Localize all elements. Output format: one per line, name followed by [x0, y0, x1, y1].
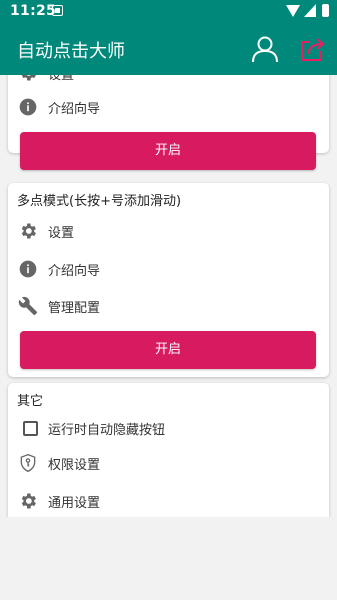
single-guide-label: 介绍向导: [48, 102, 101, 117]
shield-key-icon: [20, 453, 36, 473]
multi-guide-label: 介绍向导: [48, 264, 101, 279]
signal-icon: [304, 4, 316, 17]
permission-row[interactable]: 权限设置: [8, 445, 329, 481]
wrench-icon: [18, 296, 38, 316]
status-bar: 11:25: [0, 0, 337, 24]
general-settings-row[interactable]: 通用设置: [8, 483, 329, 517]
info-icon: [19, 98, 37, 116]
multi-settings-row[interactable]: 设置: [8, 213, 329, 249]
single-start-button[interactable]: 开启: [20, 132, 316, 170]
auto-hide-label: 运行时自动隐藏按钮: [48, 423, 166, 438]
notification-icon: [52, 5, 63, 16]
single-settings-label: 设置: [48, 75, 75, 83]
single-click-card: 设置 介绍向导 开启: [8, 75, 329, 170]
main-content: 设置 介绍向导 开启 多点模式(长按+号添加滑动) 设置 介绍向导 管理配置 开…: [0, 75, 337, 517]
wifi-icon: [286, 5, 300, 17]
auto-hide-row[interactable]: 运行时自动隐藏按钮: [8, 410, 329, 446]
permission-label: 权限设置: [48, 458, 101, 473]
multi-start-button[interactable]: 开启: [20, 331, 316, 369]
app-bar: 自动点击大师: [0, 24, 337, 75]
single-guide-row[interactable]: 介绍向导: [8, 89, 329, 125]
gear-icon: [21, 493, 36, 509]
auto-hide-checkbox[interactable]: [23, 421, 38, 436]
other-card-title: 其它: [17, 394, 44, 409]
gear-icon: [21, 75, 36, 81]
multi-point-card: 多点模式(长按+号添加滑动) 设置 介绍向导 管理配置 开启: [8, 183, 329, 377]
share-icon[interactable]: [298, 34, 328, 64]
battery-icon: [322, 4, 329, 17]
other-card: 其它 运行时自动隐藏按钮 权限设置 通用设置: [8, 383, 329, 517]
multi-settings-label: 设置: [48, 226, 75, 241]
multi-guide-row[interactable]: 介绍向导: [8, 251, 329, 287]
info-icon: [19, 260, 37, 278]
multi-manage-row[interactable]: 管理配置: [8, 288, 329, 324]
gear-icon: [21, 223, 36, 239]
user-icon[interactable]: [250, 34, 280, 64]
multi-manage-label: 管理配置: [48, 301, 101, 316]
general-settings-label: 通用设置: [48, 496, 101, 511]
status-time: 11:25: [10, 3, 57, 19]
multi-card-title: 多点模式(长按+号添加滑动): [17, 194, 182, 209]
app-title: 自动点击大师: [17, 41, 125, 62]
